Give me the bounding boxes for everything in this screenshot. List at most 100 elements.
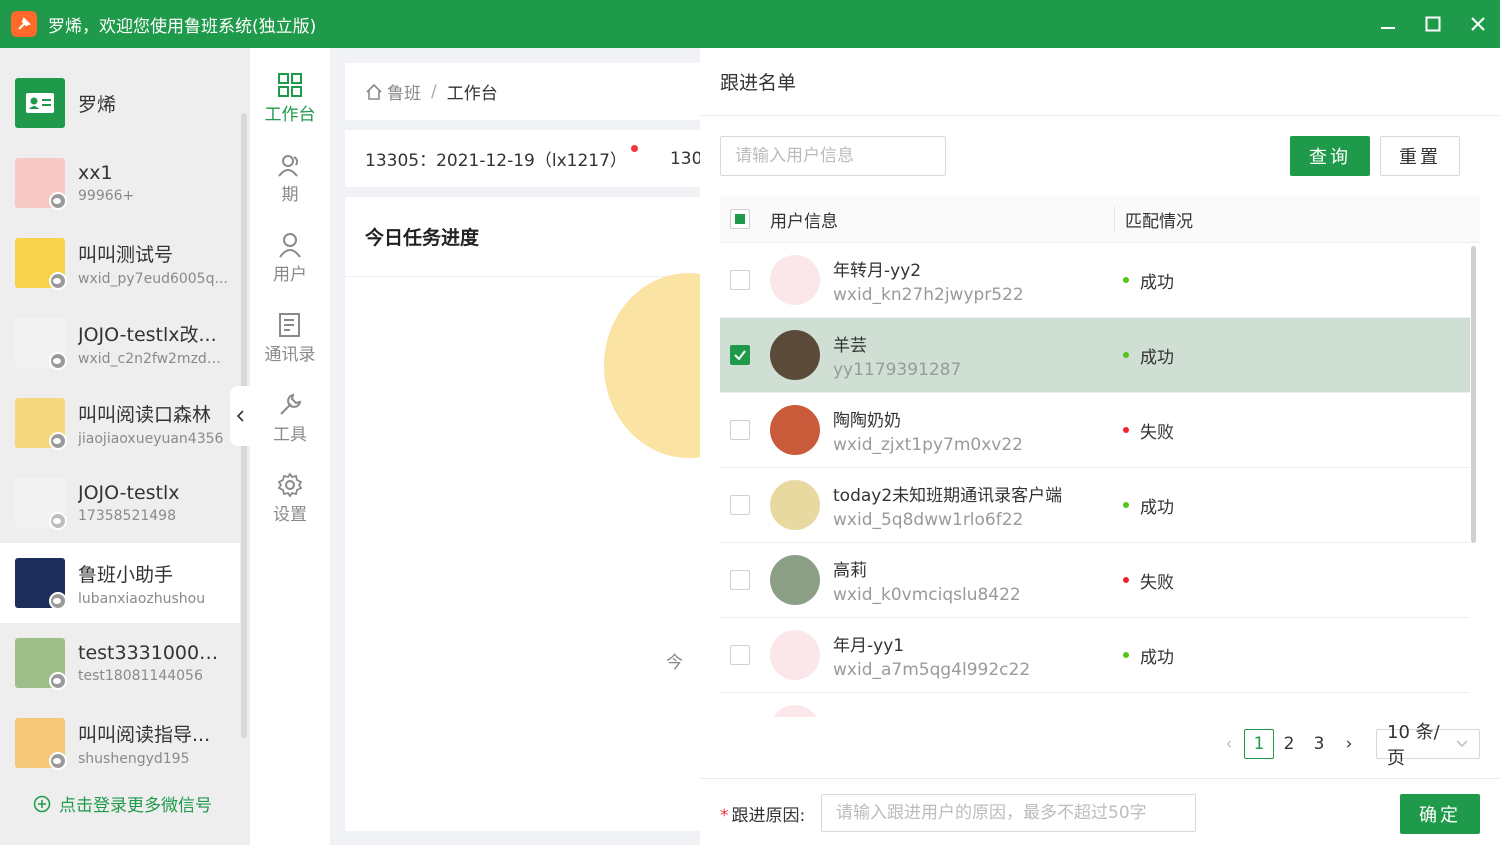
login-more-link[interactable]: 点击登录更多微信号 (33, 791, 212, 816)
avatar (15, 238, 67, 290)
account-name: 叫叫阅读指导... (78, 723, 211, 746)
nav-user[interactable]: 用户 (250, 208, 330, 288)
confirm-button[interactable]: 确定 (1400, 794, 1480, 834)
home-icon[interactable] (365, 83, 383, 101)
avatar (15, 718, 67, 770)
nav-label: 工具 (273, 425, 307, 445)
user-search-input[interactable] (720, 136, 946, 176)
row-avatar (770, 705, 820, 717)
maximize-button[interactable] (1410, 0, 1455, 48)
app-logo-icon (11, 11, 37, 37)
nav-label: 期 (281, 185, 299, 205)
minimize-icon (1380, 27, 1395, 29)
plus-circle-icon (33, 795, 51, 812)
close-button[interactable] (1455, 0, 1500, 48)
nav-label: 工作台 (264, 105, 316, 125)
account-item[interactable]: 叫叫阅读口森林 jiaojiaoxueyuan4356 (0, 383, 240, 463)
wechat-icon (49, 192, 67, 210)
row-user-name: 高莉 (833, 560, 867, 581)
row-checkbox[interactable] (730, 270, 750, 290)
page-size-value: 10 条/页 (1387, 722, 1440, 769)
table-row[interactable]: 陶陶奶奶 wxid_zjxt1py7m0xv22 失败 (720, 393, 1470, 468)
row-checkbox[interactable] (730, 570, 750, 590)
account-item[interactable]: JOJO-testlx改... wxid_c2n2fw2mzd0... (0, 303, 240, 383)
account-item[interactable]: JOJO-testlx 17358521498 (0, 463, 240, 543)
account-item-current[interactable]: 罗烯 (0, 63, 240, 143)
row-checkbox[interactable] (730, 420, 750, 440)
breadcrumb-separator: / (431, 81, 437, 102)
collapse-sidebar-button[interactable] (230, 386, 250, 446)
page-1-button[interactable]: 1 (1244, 729, 1274, 759)
table-header: 用户信息 匹配情况 (720, 196, 1480, 243)
breadcrumb-root[interactable]: 鲁班 (387, 79, 421, 104)
reset-button[interactable]: 重置 (1380, 136, 1460, 176)
period-tab[interactable]: 1308 (670, 149, 700, 169)
reason-input[interactable] (821, 794, 1196, 832)
account-name: xx1 (78, 162, 113, 184)
prev-page-button[interactable]: ‹ (1214, 729, 1244, 759)
next-page-button[interactable]: › (1334, 729, 1364, 759)
account-id: 99966+ (78, 188, 135, 204)
row-avatar (770, 330, 820, 380)
chevron-down-icon (1456, 740, 1468, 748)
row-user-name: 年转月-yy2 (833, 260, 922, 281)
row-user-id: wxid_k0vmciqslu8422 (833, 584, 1021, 605)
period-tabs: 13305：2021-12-19（lx1217） 1308 (345, 130, 700, 187)
nav-workbench[interactable]: 工作台 (250, 48, 330, 128)
avatar (15, 158, 67, 210)
task-progress-title: 今日任务进度 (345, 197, 700, 277)
account-item[interactable]: 叫叫阅读指导... shushengyd195 (0, 703, 240, 783)
wechat-icon (49, 672, 67, 690)
account-item[interactable]: xx1 99966+ (0, 143, 240, 223)
nav-contacts[interactable]: 通讯录 (250, 288, 330, 368)
minimize-button[interactable] (1365, 0, 1410, 48)
nav-period[interactable]: 期 (250, 128, 330, 208)
query-button[interactable]: 查询 (1290, 136, 1370, 176)
status-dot (1123, 652, 1129, 658)
table-row[interactable]: 年转月-yy2 wxid_kn27h2jwypr522 成功 (720, 243, 1470, 318)
avatar (15, 78, 65, 128)
select-all-checkbox[interactable] (730, 209, 750, 229)
nav-label: 设置 (273, 505, 307, 525)
grid-icon (278, 73, 302, 97)
page-3-button[interactable]: 3 (1304, 729, 1334, 759)
table-row-selected[interactable]: 羊芸 yy1179391287 成功 (720, 318, 1470, 393)
row-checkbox[interactable] (730, 495, 750, 515)
row-user-id: yy1179391287 (833, 359, 962, 380)
period-tab[interactable]: 13305：2021-12-19（lx1217） (365, 146, 627, 171)
table-row[interactable]: 高莉 wxid_k0vmciqslu8422 失败 (720, 543, 1470, 618)
row-user-name: today2未知班期通讯录客户端 (833, 485, 1063, 506)
account-item[interactable]: test33310000... test18081144056 (0, 623, 240, 703)
wechat-icon (49, 272, 67, 290)
page-size-select[interactable]: 10 条/页 (1376, 722, 1480, 769)
avatar (15, 478, 67, 530)
account-name: 罗烯 (78, 93, 117, 116)
account-id: wxid_py7eud6005q... (78, 270, 228, 287)
row-checkbox[interactable] (730, 645, 750, 665)
account-id: wxid_c2n2fw2mzd0... (78, 350, 228, 367)
account-item-selected[interactable]: 鲁班小助手 lubanxiaozhushou (0, 543, 240, 623)
status-text: 成功 (1140, 647, 1174, 668)
breadcrumb: 鲁班 / 工作台 (345, 63, 700, 120)
reason-label: * 跟进原因: (720, 801, 805, 826)
wrench-icon (280, 393, 302, 415)
required-mark: * (720, 806, 729, 826)
status-text: 失败 (1140, 572, 1174, 593)
column-header-user: 用户信息 (770, 211, 838, 232)
row-checkbox[interactable] (730, 345, 750, 365)
nav-settings[interactable]: 设置 (250, 448, 330, 528)
table-row[interactable]: 风险 (720, 693, 1470, 717)
status-text: 失败 (1140, 422, 1174, 443)
row-user-name: 羊芸 (833, 335, 867, 356)
wechat-icon (49, 352, 67, 370)
avatar (15, 318, 67, 370)
table-scrollbar[interactable] (1471, 246, 1476, 543)
page-2-button[interactable]: 2 (1274, 729, 1304, 759)
follow-up-table: 用户信息 匹配情况 年转月-yy2 wxid_kn27h2jwypr522 成功 … (720, 196, 1480, 717)
table-row[interactable]: 年月-yy1 wxid_a7m5qg4l992c22 成功 (720, 618, 1470, 693)
account-item[interactable]: 叫叫测试号 wxid_py7eud6005q... (0, 223, 240, 303)
login-more-label: 点击登录更多微信号 (59, 796, 212, 816)
account-name: test33310000... (78, 642, 228, 664)
table-row[interactable]: today2未知班期通讯录客户端 wxid_5q8dww1rlo6f22 成功 (720, 468, 1470, 543)
nav-tools[interactable]: 工具 (250, 368, 330, 448)
